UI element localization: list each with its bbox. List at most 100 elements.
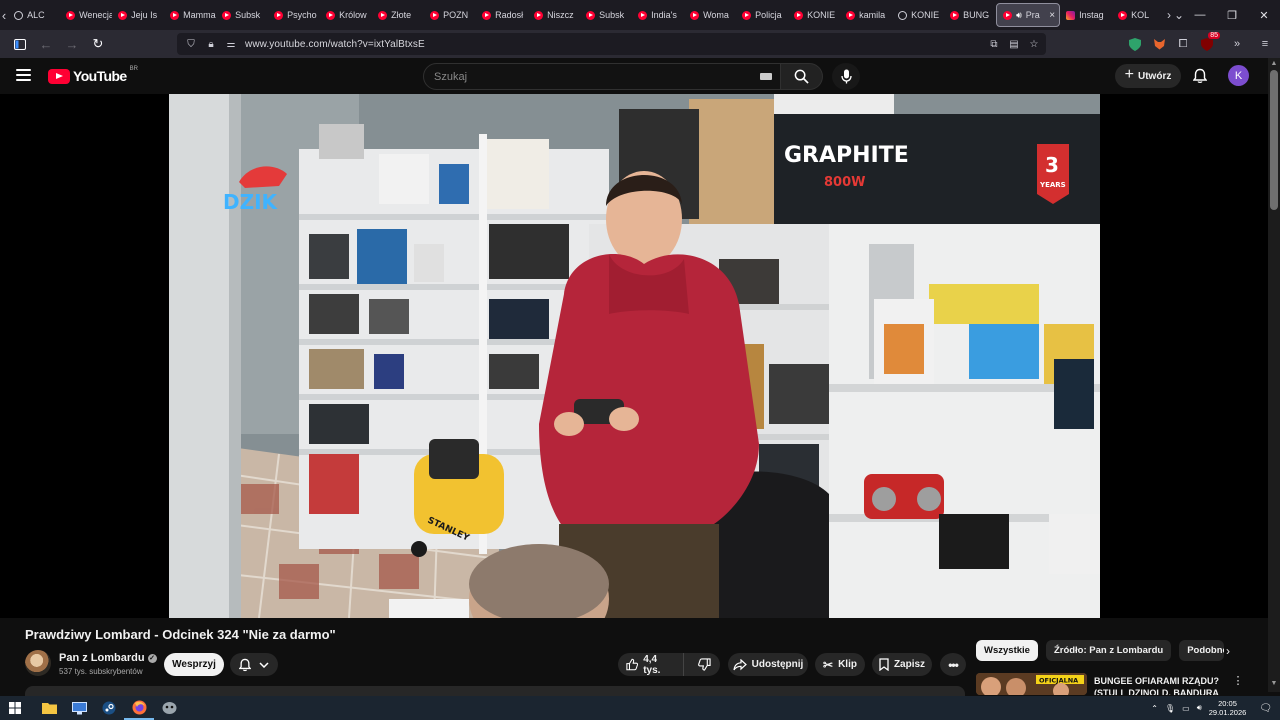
video-player[interactable]: DZIK GRAPHITE 800W 3 YEARS STANLEY [0,94,1268,618]
list-all-tabs-icon[interactable]: ⌄ [1174,8,1184,22]
tab-label: Subsk [599,10,625,20]
app-launcher-icon[interactable] [154,696,184,720]
sidebar-toggle-icon[interactable] [8,32,32,56]
filter-chip[interactable]: Podobne [1179,640,1225,661]
browser-tab[interactable]: POZN [424,3,476,27]
browser-tab[interactable]: India's [632,3,684,27]
address-bar[interactable]: ⛉ 🔒︎ ⚌ www.youtube.com/watch?v=ixtYalBtx… [177,33,1046,55]
description-box[interactable] [25,686,965,696]
volume-icon[interactable]: 🔊︎ [1197,703,1202,713]
tray-overflow-icon[interactable]: ⌃ [1151,704,1158,713]
extensions-puzzle-icon[interactable]: ⧠ [1174,35,1192,53]
browser-tab[interactable]: Woma [684,3,736,27]
scroll-thumb[interactable] [1270,70,1278,210]
account-avatar[interactable]: K [1228,65,1249,86]
browser-tab[interactable]: Subsk [580,3,632,27]
dislike-button[interactable] [689,653,720,676]
tab-scroll-left-icon[interactable]: ‹ [0,0,8,30]
computer-app-icon[interactable] [64,696,94,720]
notifications-button[interactable] [1190,66,1210,86]
back-icon[interactable]: ← [34,32,58,56]
reader-view-icon[interactable]: ▤ [1008,39,1020,50]
chevron-right-icon[interactable]: › [1220,643,1236,659]
action-center-icon[interactable]: 🗨︎ [1259,703,1272,714]
speaker-icon[interactable]: 🔊︎ [1016,10,1022,21]
browser-tab[interactable]: Radosł [476,3,528,27]
file-explorer-icon[interactable] [34,696,64,720]
video-frame[interactable]: DZIK GRAPHITE 800W 3 YEARS STANLEY [169,94,1100,618]
share-button[interactable]: Udostępnij [728,653,808,676]
browser-tab[interactable]: Policja [736,3,788,27]
browser-tab[interactable]: Niszcz [528,3,580,27]
shield-icon[interactable]: ⛉ [185,39,197,50]
start-windows-icon[interactable] [0,696,30,720]
browser-tab[interactable]: KONIE [892,3,944,27]
support-button[interactable]: Wesprzyj [164,653,224,676]
filter-chip[interactable]: Źródło: Pan z Lombardu [1045,640,1172,661]
browser-tab[interactable]: KOL [1112,3,1164,27]
browser-tab[interactable]: kamila [840,3,892,27]
browser-tab[interactable]: Jeju Is [112,3,164,27]
page-scrollbar[interactable]: ▲ ▼ [1268,58,1280,692]
recommendation-title[interactable]: BUNGEE OFIARAMI RZĄDU? (STULL DZINOLD, B… [1094,675,1224,695]
channel-name[interactable]: Pan z Lombardu ✓ [59,652,157,664]
url-text[interactable]: www.youtube.com/watch?v=ixtYalBtxsE [245,39,425,50]
privacy-extension-icon[interactable] [1126,35,1144,53]
recommendation-thumbnail[interactable]: OFICJALNA [976,673,1087,695]
guide-menu-icon[interactable] [16,69,31,81]
microphone-tray-icon[interactable]: 🎙︎ [1165,704,1175,713]
clip-button[interactable]: ✂ Klip [815,653,865,676]
svg-text:OFICJALNA: OFICJALNA [1039,677,1078,685]
minimize-icon[interactable]: — [1184,0,1216,30]
ublock-icon[interactable]: 85 [1198,32,1220,53]
scroll-up-icon[interactable]: ▲ [1268,60,1280,70]
tab-label: Policja [755,10,782,20]
steam-icon[interactable] [94,696,124,720]
network-icon[interactable]: ▭ [1182,704,1190,713]
more-actions-button[interactable]: ••• [940,653,966,676]
channel-avatar[interactable] [25,650,51,676]
create-button[interactable]: + Utwórz [1115,64,1181,88]
browser-tab[interactable]: KONIE [788,3,840,27]
more-vertical-icon[interactable]: ⋮ [1232,674,1244,688]
permissions-icon[interactable]: ⚌ [225,39,237,50]
browser-tab[interactable]: Wenecja [60,3,112,27]
restore-icon[interactable]: ❐ [1216,0,1248,30]
browser-tab[interactable]: Psycho [268,3,320,27]
keyboard-icon[interactable] [760,73,772,80]
search-box[interactable] [423,63,781,90]
search-input[interactable] [434,70,734,83]
browser-tab[interactable]: Instag [1060,3,1112,27]
system-clock[interactable]: 20:05 29.01.2026 [1209,699,1247,717]
browser-tab[interactable]: Mamma [164,3,216,27]
overflow-menu-icon[interactable]: » [1228,35,1246,53]
bookmark-star-icon[interactable]: ☆ [1028,39,1040,50]
browser-tab[interactable]: Królow [320,3,372,27]
scroll-down-icon[interactable]: ▼ [1268,680,1280,690]
close-tab-icon[interactable]: × [1049,10,1055,21]
youtube-logo[interactable]: YouTube BR [48,66,138,84]
firefox-icon[interactable] [124,696,154,720]
browser-tab[interactable]: Złote [372,3,424,27]
search-button[interactable] [781,63,823,90]
tab-label: Niszcz [547,10,574,20]
voice-search-button[interactable] [832,63,860,90]
filter-chip[interactable]: Wszystkie [976,640,1038,661]
notification-settings-button[interactable] [230,653,278,676]
browser-tab[interactable]: BUNG [944,3,996,27]
browser-tab[interactable]: Subsk [216,3,268,27]
picture-in-picture-icon[interactable]: ⧉ [988,39,1000,50]
hamburger-menu-icon[interactable]: ≡ [1256,35,1274,53]
reload-icon[interactable]: ↻ [86,32,110,56]
tab-scroll-right-icon[interactable]: › [1164,8,1174,22]
save-button[interactable]: Zapisz [872,653,932,676]
close-window-icon[interactable]: ✕ [1248,0,1280,30]
lock-icon[interactable]: 🔒︎ [205,39,217,50]
like-button[interactable]: 4,4 tys. [618,653,684,676]
ublock-badge: 85 [1208,32,1220,39]
channel-name-text[interactable]: Pan z Lombardu [59,652,145,664]
browser-tab[interactable]: ALC [8,3,60,27]
browser-tab-active[interactable]: 🔊︎ Pra × [996,3,1061,27]
forward-icon[interactable]: → [60,32,84,56]
fox-extension-icon[interactable] [1150,35,1168,53]
